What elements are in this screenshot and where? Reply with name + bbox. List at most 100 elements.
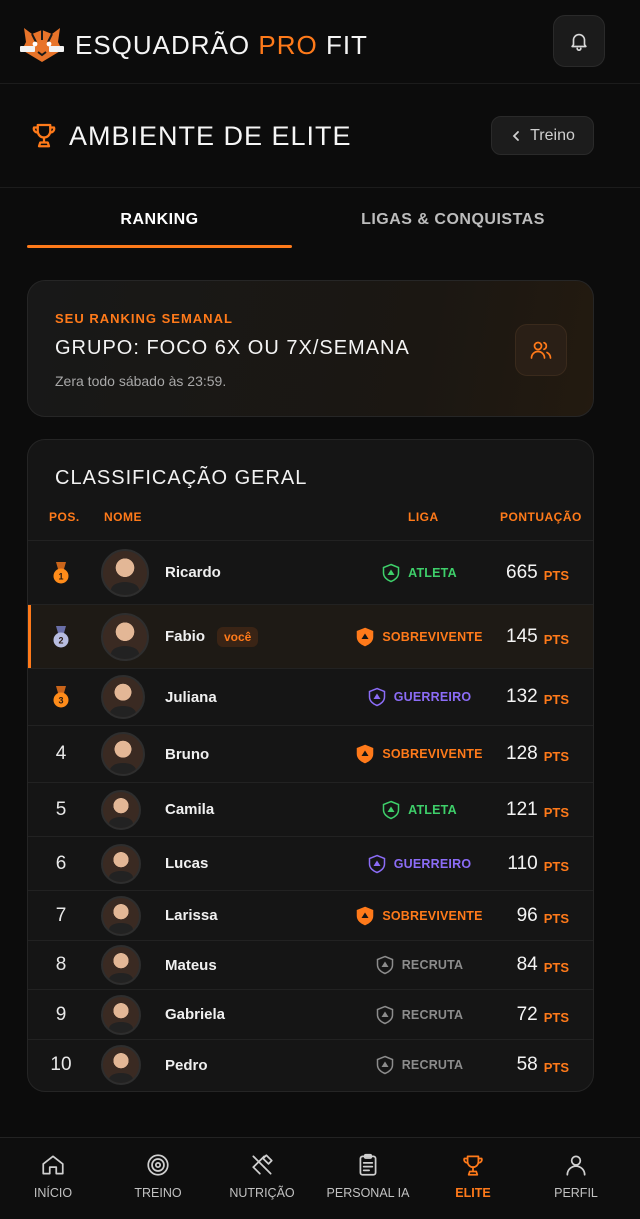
rank-position: 7	[55, 904, 67, 926]
league-name: SOBREVIVENTE	[382, 629, 483, 644]
back-to-treino-button[interactable]: Treino	[491, 116, 594, 155]
league-name: RECRUTA	[401, 1058, 464, 1072]
top-bar: ESQUADRÃO PRO FIT	[0, 0, 640, 84]
player-name-cell: Lucas	[165, 837, 208, 890]
nav-item-perfil[interactable]: PERFIL	[536, 1138, 616, 1219]
player-name: Camila	[165, 801, 215, 818]
nav-item-treino[interactable]: TREINO	[117, 1138, 199, 1219]
player-name-cell: Camila	[165, 783, 214, 836]
league-badge: SOBREVIVENTE	[354, 605, 484, 668]
home-icon	[42, 1155, 64, 1175]
player-name: Mateus	[165, 956, 217, 974]
reset-info: Zera todo sábado às 23:59.	[55, 373, 227, 389]
league-name: GUERREIRO	[393, 856, 472, 871]
player-name-cell: Fabio você	[165, 605, 259, 668]
points-cell: 121 PTS	[506, 783, 569, 836]
points-value: 132	[506, 686, 538, 707]
points-value: 84	[516, 954, 538, 975]
player-name: Larissa	[165, 907, 218, 924]
avatar	[101, 548, 149, 597]
trophy-icon	[463, 1155, 483, 1176]
you-badge: você	[217, 626, 259, 647]
points-cell: 128 PTS	[506, 726, 569, 782]
points-value: 72	[516, 1003, 538, 1025]
clipboard-icon	[359, 1153, 377, 1176]
player-name: Gabriela	[165, 1006, 226, 1023]
player-name: Bruno	[165, 745, 210, 763]
tab-ranking[interactable]: RANKING	[27, 200, 292, 248]
points-cell: 84 PTS	[517, 941, 569, 989]
nav-item-in-cio[interactable]: INÍCIO	[13, 1138, 93, 1219]
app-title: ESQUADRÃO PRO FIT	[75, 30, 368, 60]
league-badge: RECRUTA	[354, 941, 484, 989]
league-shield-icon	[357, 744, 374, 764]
points-value: 145	[506, 625, 538, 647]
table-row[interactable]: 4 Bruno SOBREVIVENTE 128 PTS	[28, 725, 593, 782]
league-badge: GUERREIRO	[354, 837, 484, 890]
league-shield-icon	[357, 627, 374, 646]
points-cell: 110 PTS	[507, 837, 569, 890]
rank-position: 6	[55, 852, 67, 874]
leaderboard-title: CLASSIFICAÇÃO GERAL	[55, 467, 308, 489]
column-header-points: PONTUAÇÃO	[500, 510, 582, 524]
rank-position: 4	[55, 743, 67, 764]
bottom-navigation: INÍCIO TREINO NUTRIÇÃO PERSONAL IA ELITE PERF…	[0, 1137, 640, 1219]
player-name-cell: Mateus	[165, 941, 217, 989]
player-name: Juliana	[165, 688, 217, 706]
points-value: 58	[516, 1054, 538, 1075]
rank-position: 8	[55, 954, 67, 975]
medal-gold-icon: 1	[46, 541, 76, 604]
user-icon	[566, 1155, 586, 1176]
table-row[interactable]: 8 Mateus RECRUTA 84 PTS	[28, 940, 593, 989]
target-icon	[147, 1154, 169, 1176]
nav-item-elite[interactable]: ELITE	[428, 1138, 518, 1219]
league-badge: GUERREIRO	[354, 669, 484, 725]
table-row[interactable]: 1 Ricardo ATLETA 665 PTS	[28, 540, 593, 604]
nav-item-personal-ia[interactable]: PERSONAL IA	[322, 1138, 414, 1219]
medal-bronze-icon: 3	[46, 669, 76, 725]
tab-ligas-conquistas[interactable]: LIGAS & CONQUISTAS	[300, 200, 606, 248]
league-shield-icon	[368, 854, 385, 873]
svg-text:3: 3	[58, 696, 63, 706]
column-header-league: LIGA	[408, 510, 439, 524]
table-row[interactable]: 2 Fabio você SOBREVIVENTE 145 PTS	[28, 604, 593, 668]
weekly-ranking-card: SEU RANKING SEMANAL GRUPO: FOCO 6X OU 7X…	[27, 280, 594, 417]
league-shield-icon	[382, 800, 400, 819]
table-row[interactable]: 6 Lucas GUERREIRO 110 PTS	[28, 836, 593, 890]
league-badge: ATLETA	[354, 783, 484, 836]
points-value: 110	[507, 852, 538, 874]
weekly-label: SEU RANKING SEMANAL	[55, 311, 233, 326]
nav-label: PERFIL	[554, 1186, 598, 1200]
nav-label: PERSONAL IA	[326, 1186, 410, 1200]
points-cell: 145 PTS	[506, 605, 569, 668]
league-shield-icon	[357, 906, 374, 925]
column-header-pos: POS.	[49, 510, 80, 524]
avatar	[101, 1045, 141, 1085]
group-members-button[interactable]	[515, 324, 567, 376]
player-name-cell: Bruno	[165, 726, 209, 782]
league-shield-icon	[368, 687, 385, 707]
table-row[interactable]: 10 Pedro RECRUTA 58 PTS	[28, 1039, 593, 1090]
league-shield-icon	[382, 563, 400, 582]
league-name: ATLETA	[408, 565, 457, 580]
table-row[interactable]: 5 Camila ATLETA 121 PTS	[28, 782, 593, 836]
rank-position: 10	[50, 1054, 72, 1075]
nav-label: INÍCIO	[33, 1186, 73, 1200]
tiger-logo-icon	[20, 28, 64, 62]
player-name-cell: Pedro	[165, 1040, 208, 1090]
table-row[interactable]: 9 Gabriela RECRUTA 72 PTS	[28, 989, 593, 1039]
notifications-button[interactable]	[553, 15, 605, 67]
table-row[interactable]: 7 Larissa SOBREVIVENTE 96 PTS	[28, 890, 593, 940]
nav-item-nutri-o[interactable]: NUTRIÇÃO	[222, 1138, 302, 1219]
section-header: AMBIENTE DE ELITE Treino	[0, 85, 640, 188]
league-badge: RECRUTA	[354, 1040, 484, 1090]
table-row[interactable]: 3 Juliana GUERREIRO 132 PTS	[28, 668, 593, 725]
points-cell: 58 PTS	[517, 1040, 569, 1090]
player-name-cell: Juliana	[165, 669, 217, 725]
points-cell: 132 PTS	[506, 669, 569, 725]
points-cell: 72 PTS	[517, 990, 569, 1039]
rank-position: 9	[55, 1003, 67, 1025]
avatar	[101, 732, 145, 776]
points-unit: PTS	[543, 749, 569, 764]
league-shield-icon	[376, 955, 393, 975]
